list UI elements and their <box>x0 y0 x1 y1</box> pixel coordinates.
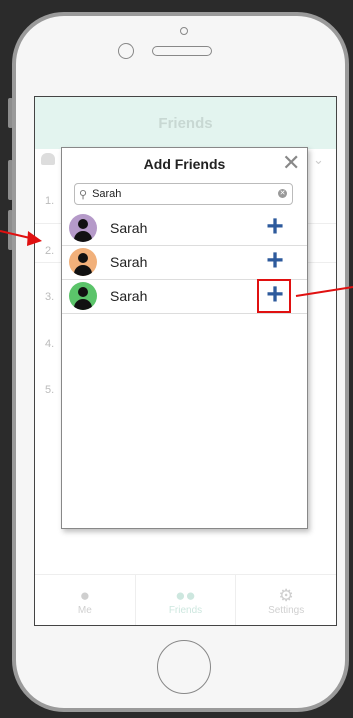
add-friends-modal: Add Friends ✕ ⚲ ✕ Sarah + Sarah + Sarah … <box>61 147 308 529</box>
background-chevron-down-icon: ⌄ <box>313 152 324 167</box>
person-icon: ● <box>79 585 90 605</box>
background-row-number: 4. <box>45 338 55 350</box>
friend-name: Sarah <box>110 288 148 304</box>
search-icon: ⚲ <box>79 188 88 201</box>
app-header: Friends <box>35 97 336 149</box>
close-icon[interactable]: ✕ <box>282 151 300 175</box>
search-field: ⚲ ✕ <box>74 183 293 205</box>
avatar <box>69 214 97 242</box>
list-item: Sarah + <box>62 211 307 246</box>
clear-search-icon[interactable]: ✕ <box>278 189 287 198</box>
gear-icon: ⚙ <box>278 585 294 605</box>
background-avatar-icon <box>41 153 55 165</box>
list-item: Sarah + <box>62 245 307 280</box>
friend-name: Sarah <box>110 254 148 270</box>
tab-settings[interactable]: ⚙ Settings <box>236 575 336 625</box>
add-friend-button[interactable]: + <box>261 212 289 242</box>
modal-title: Add Friends <box>143 156 226 172</box>
friend-name: Sarah <box>110 220 148 236</box>
avatar <box>69 282 97 310</box>
search-input[interactable] <box>90 187 265 201</box>
home-button[interactable] <box>157 640 211 694</box>
app-header-title: Friends <box>158 114 213 132</box>
group-icon: ●● <box>175 585 196 605</box>
avatar <box>69 248 97 276</box>
background-row-number: 1. <box>45 195 55 207</box>
tab-friends-label: Friends <box>168 604 203 616</box>
tab-bar: ● Me ●● Friends ⚙ Settings <box>35 574 336 625</box>
tab-friends[interactable]: ●● Friends <box>136 575 237 625</box>
background-row-number: 3. <box>45 291 55 303</box>
highlight-box <box>257 279 291 313</box>
add-friend-button[interactable]: + <box>261 246 289 276</box>
front-camera <box>180 27 188 35</box>
earpiece-speaker <box>152 46 212 56</box>
tab-me[interactable]: ● Me <box>35 575 136 625</box>
proximity-sensor <box>118 43 134 59</box>
tab-settings-label: Settings <box>268 604 305 616</box>
background-row-number: 5. <box>45 384 55 396</box>
tab-me-label: Me <box>77 604 92 616</box>
list-item: Sarah + <box>62 279 307 314</box>
background-row-number: 2. <box>45 245 55 257</box>
